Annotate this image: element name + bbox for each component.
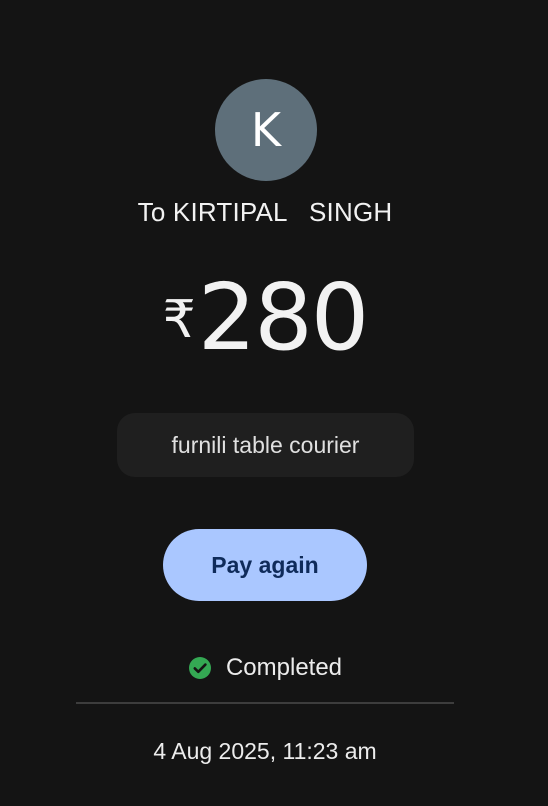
payment-status: Completed: [0, 654, 530, 682]
transaction-timestamp: 4 Aug 2025, 11:23 am: [153, 738, 377, 764]
recipient-avatar: K: [215, 79, 317, 181]
recipient-name: To KIRTIPAL SINGH: [137, 197, 393, 227]
pay-again-button[interactable]: Pay again: [163, 529, 367, 601]
status-text: Completed: [225, 654, 343, 681]
payment-amount: ₹ 280: [0, 272, 530, 364]
check-circle-icon: [188, 656, 212, 680]
avatar-initial: K: [250, 103, 282, 157]
divider: [76, 702, 454, 704]
amount-value: 280: [197, 264, 370, 371]
payment-note: furnili table courier: [117, 413, 414, 477]
currency-symbol: ₹: [162, 290, 196, 350]
